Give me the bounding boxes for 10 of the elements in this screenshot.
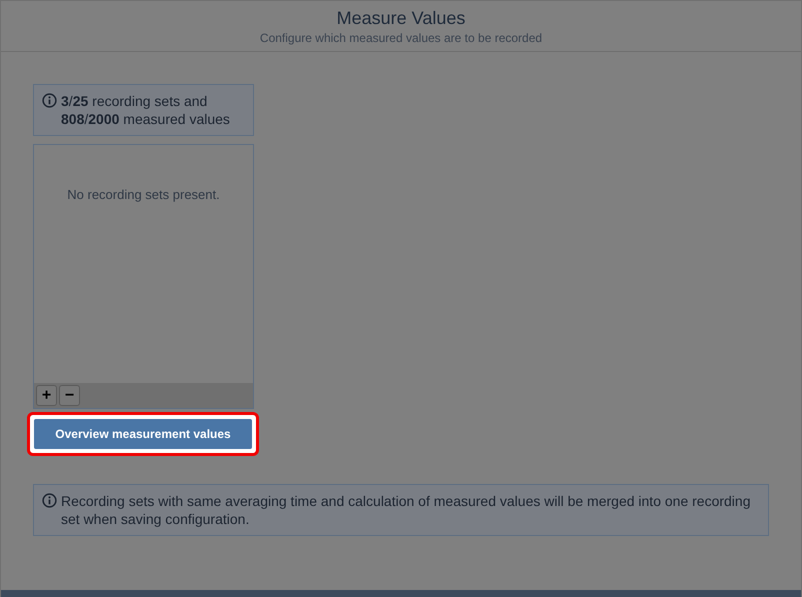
page-subtitle: Configure which measured values are to be recorded — [260, 30, 542, 44]
empty-message: No recording sets present. — [66, 186, 221, 204]
add-button[interactable]: + — [36, 385, 57, 406]
summary-text: 3/25 recording sets and 808/2000 measured values — [61, 92, 231, 128]
remove-button[interactable]: − — [59, 385, 80, 406]
overview-button[interactable]: Overview measurement values — [34, 419, 252, 449]
info-icon — [42, 493, 57, 508]
note-text: Recording sets with same averaging time and calculation of measured values will be merged into one recording set when saving configuration. — [61, 492, 752, 528]
page-title: Measure Values — [336, 8, 466, 28]
info-icon — [42, 93, 57, 108]
